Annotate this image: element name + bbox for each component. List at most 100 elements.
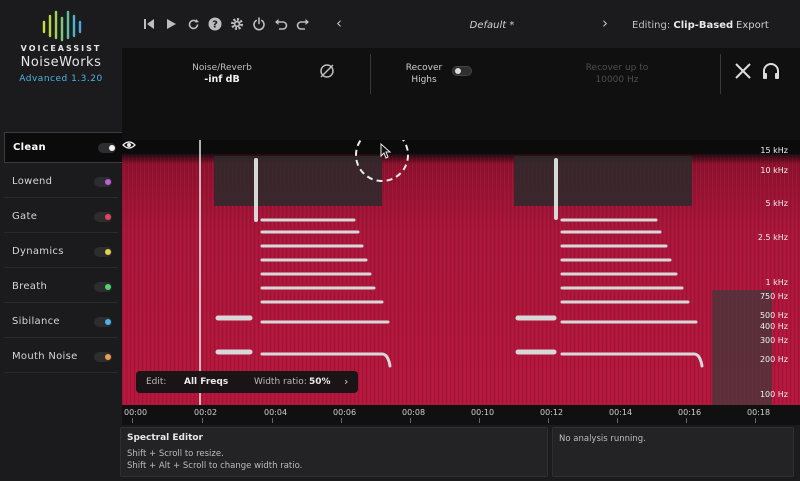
status-dot <box>105 284 111 290</box>
module-mouth-noise[interactable]: Mouth Noise <box>4 342 118 373</box>
noise-reverb-label: Noise/Reverb <box>192 63 252 73</box>
edit-label: Edit: <box>146 377 167 387</box>
mouse-pointer-icon <box>380 143 392 159</box>
tick-mark <box>548 418 549 423</box>
module-breath[interactable]: Breath <box>4 272 118 303</box>
module-enable-toggle[interactable] <box>94 247 112 257</box>
module-enable-toggle[interactable] <box>94 177 112 187</box>
tick-mark <box>410 418 411 423</box>
eye-icon[interactable] <box>122 140 136 150</box>
preset-prev-button[interactable]: ‹ <box>336 14 342 32</box>
freq-label: 300 Hz <box>759 336 788 345</box>
module-lowend[interactable]: Lowend <box>4 167 118 198</box>
panel-title: Spectral Editor <box>127 433 203 443</box>
phase-invert-icon[interactable] <box>316 60 338 82</box>
tick-mark <box>272 418 273 423</box>
noise-reverb-readout: Noise/Reverb -inf dB <box>172 62 272 86</box>
hint-line: Shift + Scroll to resize. <box>127 449 224 459</box>
brand-version: Advanced 1.3.20 <box>19 74 103 84</box>
status-dot <box>105 354 111 360</box>
module-label: Gate <box>12 211 38 222</box>
preset-next-button[interactable]: › <box>602 14 608 32</box>
time-label: 00:12 <box>540 408 564 417</box>
tick-mark <box>479 418 480 423</box>
spectral-edit-bar: Edit: All Freqs Width ratio: 50% › <box>136 371 358 393</box>
brand-company: VOICEASSIST <box>20 44 102 53</box>
export-button[interactable]: Export <box>736 20 769 31</box>
brand-product: NoiseWorks <box>20 55 102 70</box>
svg-text:?: ? <box>212 20 218 31</box>
editing-mode-value: Clip-Based <box>673 20 734 31</box>
timeline-ruler[interactable]: 00:00 00:02 00:04 00:06 00:08 00:10 00:1… <box>122 405 800 425</box>
module-label: Dynamics <box>12 246 64 257</box>
module-gate[interactable]: Gate <box>4 202 118 233</box>
waveform-logo-icon <box>42 10 82 42</box>
module-dynamics[interactable]: Dynamics <box>4 237 118 268</box>
module-label: Clean <box>13 142 46 153</box>
time-label: 00:08 <box>402 408 426 417</box>
toggle-knob <box>455 68 461 74</box>
module-enable-toggle[interactable] <box>94 352 112 362</box>
help-icon[interactable]: ? <box>206 15 224 33</box>
divider <box>720 54 721 94</box>
time-label: 00:04 <box>264 408 288 417</box>
recover-upto-line2: 10000 Hz <box>595 75 639 85</box>
time-label: 00:14 <box>609 408 633 417</box>
status-dot <box>105 319 111 325</box>
time-label: 00:10 <box>471 408 495 417</box>
tick-mark <box>686 418 687 423</box>
close-icon[interactable] <box>732 60 754 82</box>
undo-icon[interactable] <box>272 15 290 33</box>
time-label: 00:02 <box>194 408 218 417</box>
module-header: Noise/Reverb -inf dB Recover Highs Recov… <box>122 48 800 140</box>
recover-upto-line1: Recover up to <box>585 63 649 73</box>
time-label: 00:06 <box>333 408 357 417</box>
noise-reverb-value: -inf dB <box>204 74 240 85</box>
time-label: 00:18 <box>747 408 771 417</box>
tick-mark <box>755 418 756 423</box>
tick-mark <box>341 418 342 423</box>
module-enable-toggle[interactable] <box>94 282 112 292</box>
tick-mark <box>132 418 133 423</box>
module-enable-toggle[interactable] <box>94 317 112 327</box>
headphones-icon[interactable] <box>760 60 782 82</box>
redo-icon[interactable] <box>294 15 312 33</box>
spectrogram-view[interactable]: 15 kHz 10 kHz 5 kHz 2.5 kHz 1 kHz 750 Hz… <box>122 140 800 405</box>
recover-upto-readout: Recover up to 10000 Hz <box>572 62 662 86</box>
freq-label: 750 Hz <box>759 292 788 301</box>
module-label: Mouth Noise <box>12 351 78 362</box>
module-sidebar: Clean Lowend Gate Dynamics Breath Sibila… <box>0 128 122 378</box>
freq-label: 1 kHz <box>765 278 788 287</box>
recover-highs-toggle[interactable] <box>452 66 472 76</box>
power-icon[interactable] <box>250 15 268 33</box>
time-label: 00:16 <box>678 408 702 417</box>
recover-highs-label: Recover Highs <box>392 62 456 86</box>
analysis-panel: No analysis running. <box>552 427 794 477</box>
tick-mark <box>202 418 203 423</box>
settings-icon[interactable] <box>228 15 246 33</box>
chevron-right-icon[interactable]: › <box>344 375 348 388</box>
status-dot <box>105 214 111 220</box>
hint-line: Shift + Alt + Scroll to change width rat… <box>127 461 303 471</box>
module-label: Breath <box>12 281 48 292</box>
status-dot <box>109 145 115 151</box>
module-label: Lowend <box>12 176 53 187</box>
module-clean[interactable]: Clean <box>4 132 122 163</box>
edit-mode-select[interactable]: All Freqs <box>184 377 228 387</box>
module-sibilance[interactable]: Sibilance <box>4 307 118 338</box>
module-enable-toggle[interactable] <box>98 143 116 153</box>
width-ratio-value[interactable]: 50% <box>309 377 331 387</box>
top-toolbar: ? ‹ Default * › Editing: Clip-Based Expo… <box>122 0 800 48</box>
recover-highs-line2: Highs <box>411 75 437 85</box>
play-icon[interactable] <box>162 15 180 33</box>
module-label: Sibilance <box>12 316 60 327</box>
loop-icon[interactable] <box>184 15 202 33</box>
status-dot <box>105 249 111 255</box>
spectrogram-canvas <box>122 140 800 405</box>
skip-back-icon[interactable] <box>140 15 158 33</box>
editing-mode[interactable]: Editing: Clip-Based <box>632 20 733 31</box>
divider <box>370 54 371 94</box>
freq-label: 500 Hz <box>759 311 788 320</box>
module-enable-toggle[interactable] <box>94 212 112 222</box>
preset-name[interactable]: Default * <box>422 20 562 31</box>
